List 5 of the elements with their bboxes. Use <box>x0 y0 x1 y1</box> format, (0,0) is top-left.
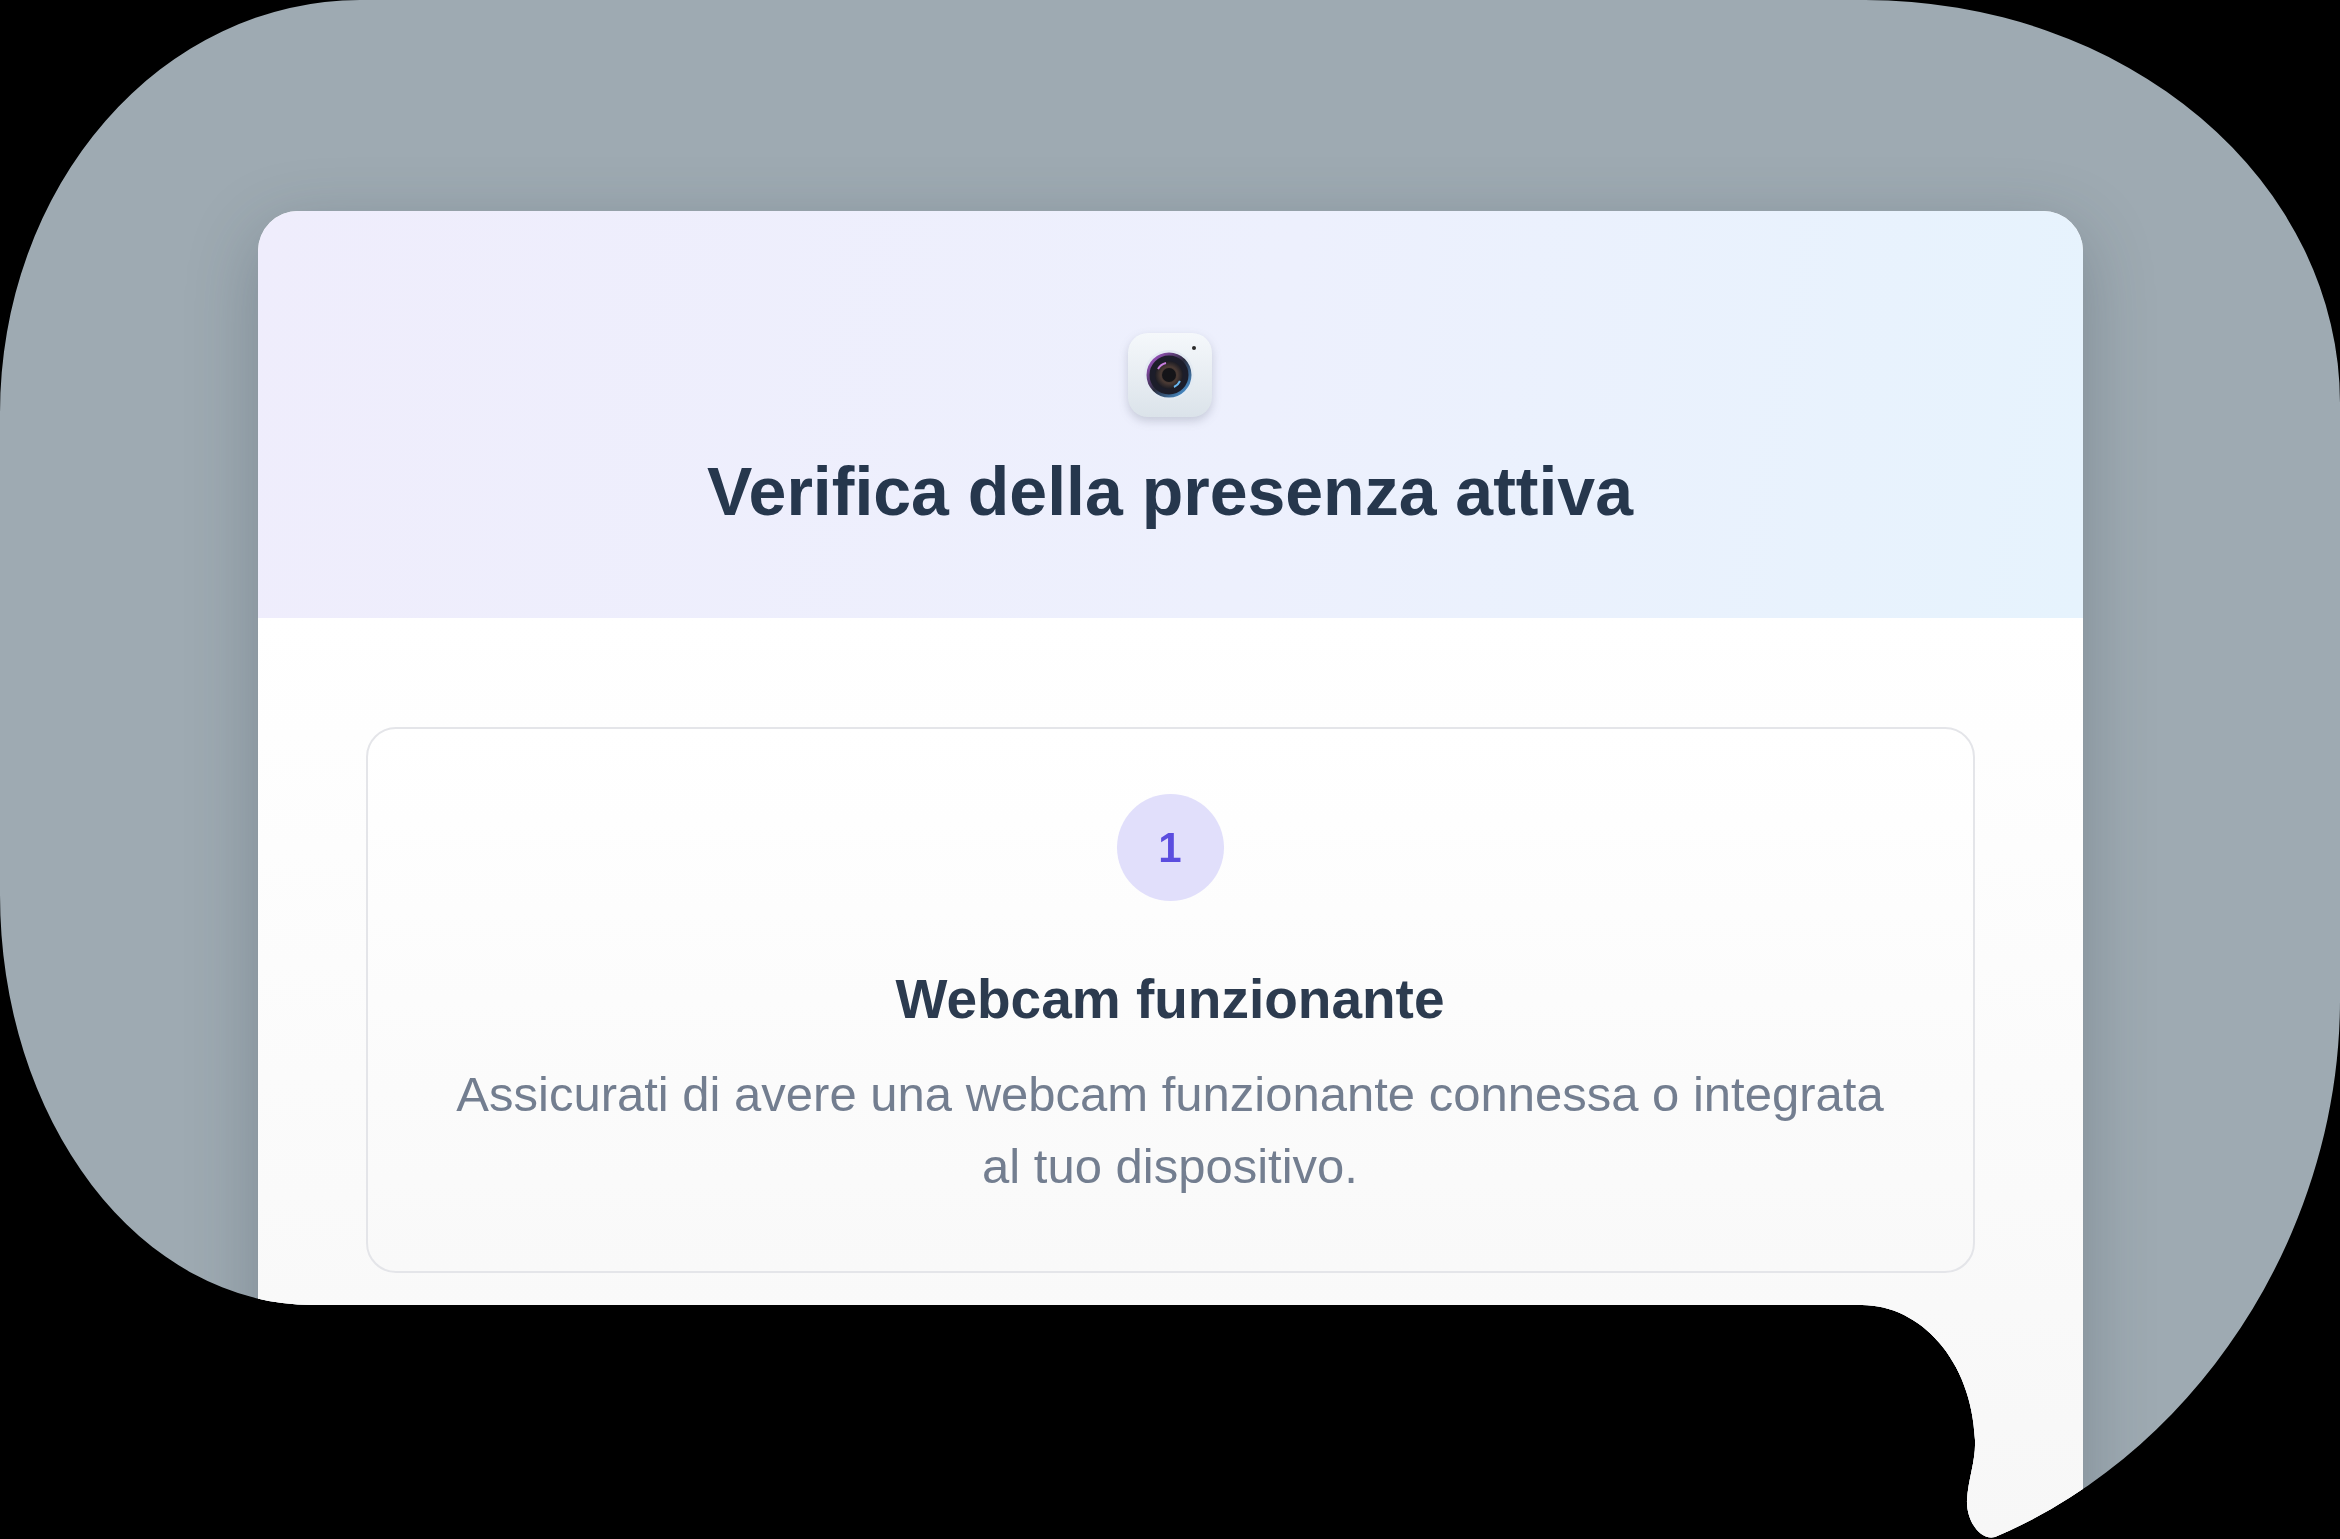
step-description: Assicurati di avere una webcam funzionante connessa o integrata al tuo dispositivo. <box>455 1065 1885 1195</box>
camera-icon <box>1128 333 1212 417</box>
step-title: Webcam funzionante <box>895 966 1445 1032</box>
modal-title: Verifica della presenza attiva <box>706 452 1633 531</box>
step-number: 1 <box>1116 793 1224 901</box>
